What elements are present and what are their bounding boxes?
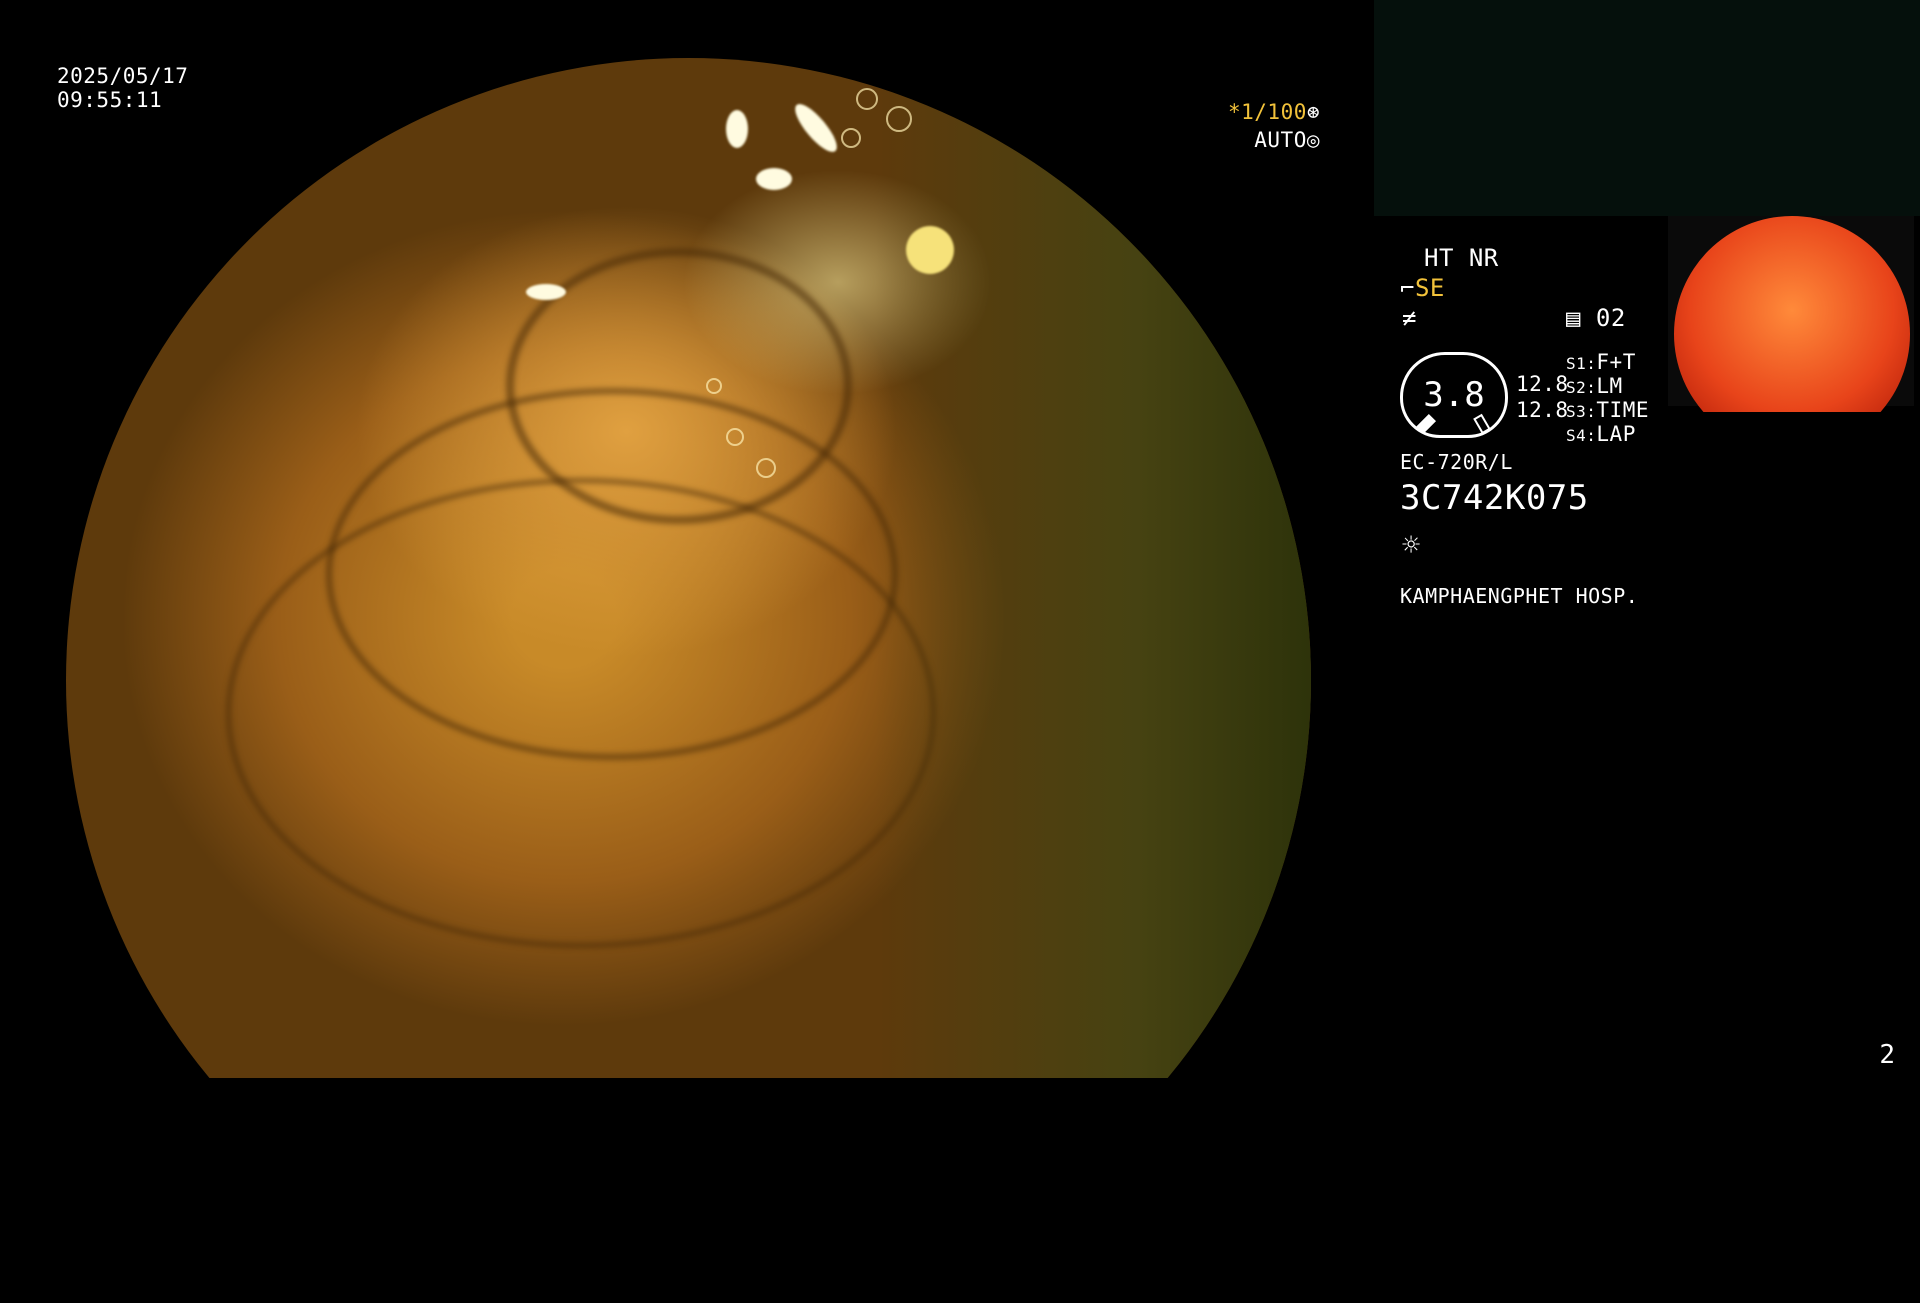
switch-value: F+T — [1596, 350, 1636, 374]
switch-item: S2:LM — [1566, 374, 1649, 398]
bubble — [756, 458, 776, 478]
page-number: 2 — [1879, 1040, 1895, 1070]
endoscope-view — [66, 58, 1311, 1078]
gauge-dial: 3.8 — [1400, 352, 1508, 438]
light-reflection — [756, 168, 792, 190]
switch-value: TIME — [1596, 398, 1649, 422]
sun-icon: ☼ — [1402, 528, 1421, 563]
lightning-icon: ≠ — [1402, 304, 1417, 332]
auto-mode-label: AUTO — [1254, 128, 1307, 152]
secondary-monitor-area — [1374, 0, 1920, 216]
light-reflection — [789, 98, 843, 158]
se-label: SE — [1414, 274, 1445, 302]
ht-nr-label: HT NR — [1424, 244, 1499, 272]
gauge-value: 3.8 — [1423, 375, 1485, 415]
gauge-tick-left — [1416, 414, 1436, 434]
light-reflection — [906, 226, 954, 274]
memory-count: 02 — [1595, 304, 1626, 332]
bubble — [706, 378, 722, 394]
switch-item: S3:TIME — [1566, 398, 1649, 422]
switch-item: S1:F+T — [1566, 350, 1649, 374]
switch-item: S4:LAP — [1566, 422, 1649, 446]
thumbnail-image — [1674, 216, 1910, 412]
switch-value: LM — [1596, 374, 1623, 398]
hospital-name: KAMPHAENGPHET HOSP. — [1400, 584, 1639, 608]
mucosa-fold — [226, 478, 936, 948]
switch-key: S1: — [1566, 354, 1597, 373]
switch-key: S4: — [1566, 426, 1597, 445]
switch-key: S2: — [1566, 378, 1597, 397]
switch-key: S3: — [1566, 402, 1597, 421]
shutter-label: *1/100 — [1228, 100, 1307, 124]
auto-group: AUTO◎ — [1228, 128, 1320, 152]
bubble — [841, 128, 861, 148]
gauge-bottom-reading: 12.8 — [1516, 398, 1569, 422]
iris-icon: ◎ — [1306, 128, 1320, 152]
memory-group: ▤ 02 — [1566, 306, 1626, 330]
shutter-group: *1/100⊛ — [1228, 100, 1320, 124]
switch-value: LAP — [1596, 422, 1636, 446]
light-reflection — [726, 110, 748, 148]
gauge-tick-right — [1473, 413, 1491, 435]
light-reflection — [526, 284, 566, 300]
thumbnail-preview — [1668, 216, 1914, 412]
se-group: ⌐SE — [1400, 276, 1445, 300]
aperture-icon: ⊛ — [1306, 100, 1321, 124]
time-label: 09:55:11 — [57, 88, 163, 112]
bubble — [856, 88, 878, 110]
date-label: 2025/05/17 — [57, 64, 189, 88]
bubble — [726, 428, 744, 446]
switch-list: S1:F+T S2:LM S3:TIME S4:LAP — [1566, 350, 1649, 446]
enhance-icon: ⌐ — [1400, 274, 1415, 302]
scope-serial: 3C742K075 — [1400, 478, 1589, 518]
gauge-top-reading: 12.8 — [1516, 372, 1569, 396]
memory-card-icon: ▤ — [1566, 304, 1581, 332]
scope-model: EC-720R/L — [1400, 450, 1513, 474]
bubble — [886, 106, 912, 132]
